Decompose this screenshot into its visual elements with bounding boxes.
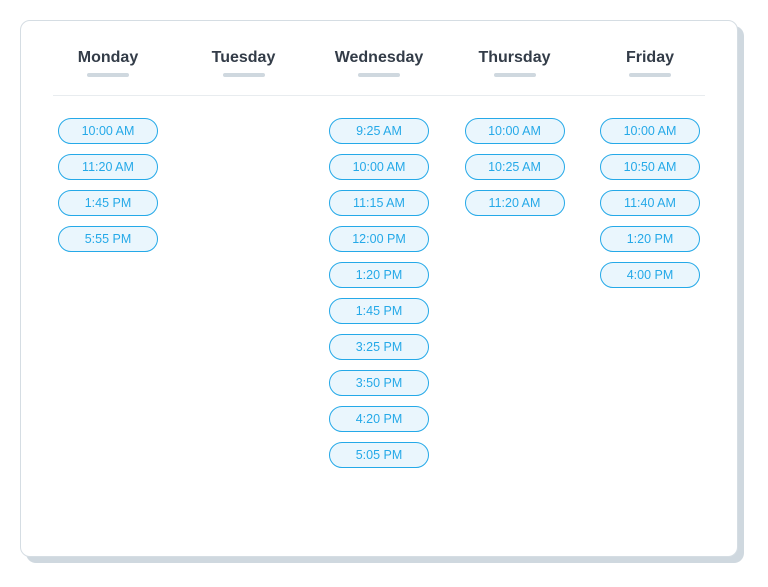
day-underline bbox=[87, 73, 129, 77]
time-slot-button[interactable]: 10:00 AM bbox=[329, 154, 429, 180]
time-slot-button[interactable]: 10:00 AM bbox=[58, 118, 158, 144]
time-slot-button[interactable]: 1:20 PM bbox=[329, 262, 429, 288]
day-underline bbox=[358, 73, 400, 77]
slot-col-tuesday bbox=[189, 118, 299, 468]
time-slot-button[interactable]: 1:45 PM bbox=[329, 298, 429, 324]
day-label: Monday bbox=[78, 49, 138, 67]
time-slot-button[interactable]: 5:55 PM bbox=[58, 226, 158, 252]
day-label: Thursday bbox=[478, 49, 550, 67]
time-slot-button[interactable]: 11:15 AM bbox=[329, 190, 429, 216]
day-header-row: Monday Tuesday Wednesday Thursday Friday bbox=[53, 49, 705, 96]
time-slot-button[interactable]: 11:40 AM bbox=[600, 190, 700, 216]
time-slot-button[interactable]: 3:50 PM bbox=[329, 370, 429, 396]
time-slot-button[interactable]: 1:20 PM bbox=[600, 226, 700, 252]
slot-col-friday: 10:00 AM 10:50 AM 11:40 AM 1:20 PM 4:00 … bbox=[595, 118, 705, 468]
day-underline bbox=[494, 73, 536, 77]
time-slot-button[interactable]: 1:45 PM bbox=[58, 190, 158, 216]
time-slot-button[interactable]: 10:25 AM bbox=[465, 154, 565, 180]
time-slot-button[interactable]: 9:25 AM bbox=[329, 118, 429, 144]
slot-col-thursday: 10:00 AM 10:25 AM 11:20 AM bbox=[460, 118, 570, 468]
time-slot-button[interactable]: 10:00 AM bbox=[600, 118, 700, 144]
time-slot-button[interactable]: 10:00 AM bbox=[465, 118, 565, 144]
time-slot-button[interactable]: 12:00 PM bbox=[329, 226, 429, 252]
day-label: Wednesday bbox=[335, 49, 424, 67]
slots-row: 10:00 AM 11:20 AM 1:45 PM 5:55 PM 9:25 A… bbox=[53, 118, 705, 468]
day-header-wednesday: Wednesday bbox=[324, 49, 434, 77]
time-slot-button[interactable]: 11:20 AM bbox=[465, 190, 565, 216]
day-underline bbox=[629, 73, 671, 77]
day-header-friday: Friday bbox=[595, 49, 705, 77]
time-slot-button[interactable]: 4:00 PM bbox=[600, 262, 700, 288]
day-underline bbox=[223, 73, 265, 77]
day-label: Tuesday bbox=[212, 49, 276, 67]
schedule-frame: Monday Tuesday Wednesday Thursday Friday… bbox=[20, 20, 738, 557]
time-slot-button[interactable]: 5:05 PM bbox=[329, 442, 429, 468]
time-slot-button[interactable]: 10:50 AM bbox=[600, 154, 700, 180]
day-header-monday: Monday bbox=[53, 49, 163, 77]
day-header-thursday: Thursday bbox=[460, 49, 570, 77]
time-slot-button[interactable]: 11:20 AM bbox=[58, 154, 158, 180]
time-slot-button[interactable]: 4:20 PM bbox=[329, 406, 429, 432]
slot-col-wednesday: 9:25 AM 10:00 AM 11:15 AM 12:00 PM 1:20 … bbox=[324, 118, 434, 468]
time-slot-button[interactable]: 3:25 PM bbox=[329, 334, 429, 360]
day-label: Friday bbox=[626, 49, 674, 67]
day-header-tuesday: Tuesday bbox=[189, 49, 299, 77]
slot-col-monday: 10:00 AM 11:20 AM 1:45 PM 5:55 PM bbox=[53, 118, 163, 468]
